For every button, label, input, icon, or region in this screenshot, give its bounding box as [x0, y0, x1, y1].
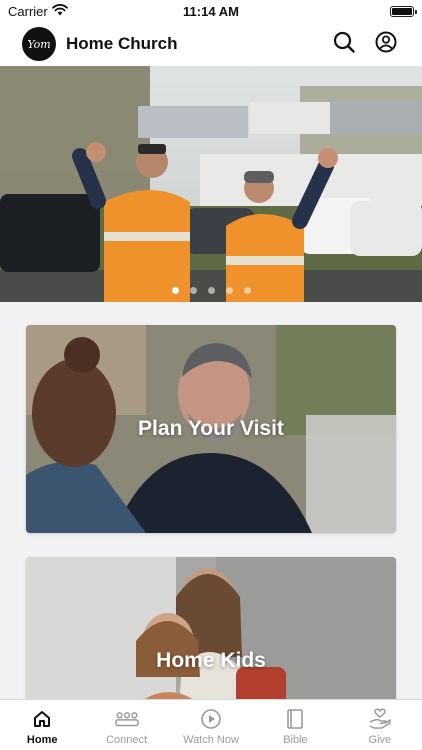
- home-kids-card[interactable]: Home Kids: [26, 557, 396, 699]
- tab-bar: Home Connect Watch Now Bible Give: [0, 699, 422, 750]
- search-icon: [333, 31, 355, 58]
- plan-visit-label: Plan Your Visit: [138, 417, 284, 440]
- carousel-dot[interactable]: [171, 287, 179, 294]
- tab-connect[interactable]: Connect: [84, 700, 168, 750]
- app-header: Yom Home Church: [0, 22, 422, 66]
- tab-label: Watch Now: [183, 733, 239, 746]
- status-bar: Carrier 11:14 AM: [0, 0, 422, 22]
- home-kids-label: Home Kids: [156, 649, 266, 672]
- carousel-dot[interactable]: [207, 287, 215, 294]
- tab-give[interactable]: Give: [338, 700, 422, 750]
- tab-bible[interactable]: Bible: [253, 700, 337, 750]
- tab-home[interactable]: Home: [0, 700, 84, 750]
- tab-label: Home: [26, 733, 58, 746]
- profile-button[interactable]: [372, 30, 400, 58]
- hero-carousel[interactable]: [0, 66, 422, 302]
- carrier-label: Carrier: [8, 3, 48, 19]
- battery-fill: [392, 7, 412, 15]
- hero-image: [0, 66, 422, 302]
- battery-icon: [390, 5, 417, 17]
- content-feed: Plan Your Visit Home Kids: [0, 302, 422, 699]
- give-icon: [368, 707, 392, 731]
- carousel-dot[interactable]: [189, 287, 197, 294]
- home-icon: [30, 707, 54, 731]
- profile-icon: [375, 31, 397, 58]
- carousel-dot[interactable]: [225, 287, 233, 294]
- carousel-dots[interactable]: [0, 287, 422, 294]
- logo-text: Yom: [27, 37, 51, 51]
- tab-watch-now[interactable]: Watch Now: [169, 700, 253, 750]
- page-title: Home Church: [66, 34, 178, 53]
- status-left: Carrier: [8, 4, 68, 19]
- play-icon: [199, 707, 223, 731]
- book-icon: [283, 707, 307, 731]
- people-icon: [114, 707, 139, 731]
- church-logo[interactable]: Yom: [22, 27, 56, 61]
- tab-label: Bible: [283, 733, 308, 746]
- search-button[interactable]: [330, 30, 358, 58]
- plan-visit-card[interactable]: Plan Your Visit: [26, 325, 396, 533]
- wifi-icon: [51, 3, 68, 19]
- tab-label: Connect: [106, 733, 148, 746]
- tab-label: Give: [368, 733, 392, 746]
- carousel-dot[interactable]: [243, 287, 251, 294]
